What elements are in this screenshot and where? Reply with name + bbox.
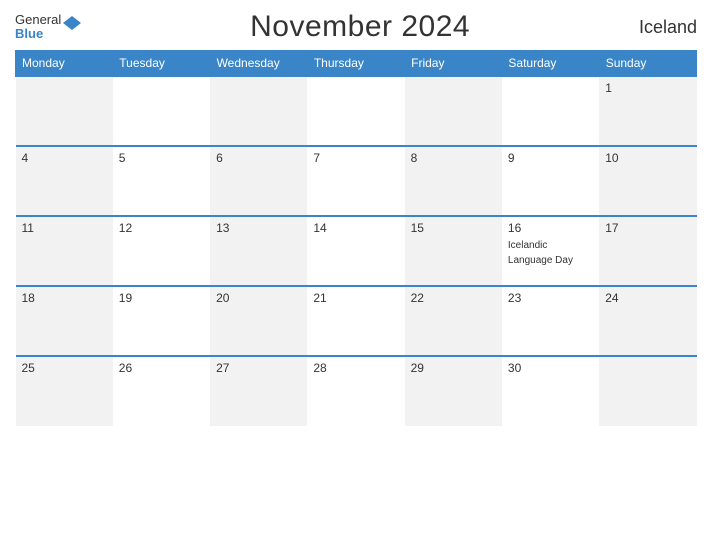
day-cell: 13 bbox=[210, 216, 307, 286]
logo: General Blue bbox=[15, 13, 81, 42]
day-cell bbox=[113, 76, 210, 146]
day-cell: 8 bbox=[405, 146, 502, 216]
day-cell: 30 bbox=[502, 356, 599, 426]
logo-general: General bbox=[15, 13, 61, 27]
col-wednesday: Wednesday bbox=[210, 51, 307, 77]
day-cell: 27 bbox=[210, 356, 307, 426]
col-thursday: Thursday bbox=[307, 51, 404, 77]
day-cell: 17 bbox=[599, 216, 696, 286]
day-cell: 4 bbox=[16, 146, 113, 216]
day-cell: 20 bbox=[210, 286, 307, 356]
weekday-header-row: Monday Tuesday Wednesday Thursday Friday… bbox=[16, 51, 697, 77]
day-cell: 5 bbox=[113, 146, 210, 216]
calendar-body: 1 4 5 6 7 8 9 10 11 12 13 14 15 16 bbox=[16, 76, 697, 426]
col-monday: Monday bbox=[16, 51, 113, 77]
day-cell: 28 bbox=[307, 356, 404, 426]
day-cell: 23 bbox=[502, 286, 599, 356]
col-sunday: Sunday bbox=[599, 51, 696, 77]
col-saturday: Saturday bbox=[502, 51, 599, 77]
logo-text-block: General Blue bbox=[15, 13, 61, 42]
day-cell bbox=[210, 76, 307, 146]
day-cell bbox=[599, 356, 696, 426]
day-cell bbox=[307, 76, 404, 146]
day-cell: 25 bbox=[16, 356, 113, 426]
day-cell: 29 bbox=[405, 356, 502, 426]
day-cell-holiday: 16 Icelandic Language Day bbox=[502, 216, 599, 286]
month-title: November 2024 bbox=[250, 10, 470, 44]
day-cell: 1 bbox=[599, 76, 696, 146]
col-friday: Friday bbox=[405, 51, 502, 77]
calendar-header: Monday Tuesday Wednesday Thursday Friday… bbox=[16, 51, 697, 77]
day-cell bbox=[502, 76, 599, 146]
logo-flag-icon bbox=[63, 14, 81, 32]
day-cell: 15 bbox=[405, 216, 502, 286]
week-row-4: 18 19 20 21 22 23 24 bbox=[16, 286, 697, 356]
day-cell: 24 bbox=[599, 286, 696, 356]
day-cell: 12 bbox=[113, 216, 210, 286]
week-row-1: 1 bbox=[16, 76, 697, 146]
header: General Blue November 2024 Iceland bbox=[15, 10, 697, 44]
logo-blue: Blue bbox=[15, 27, 61, 41]
day-cell: 19 bbox=[113, 286, 210, 356]
day-cell: 14 bbox=[307, 216, 404, 286]
page: General Blue November 2024 Iceland Monda… bbox=[0, 0, 712, 550]
day-cell: 11 bbox=[16, 216, 113, 286]
day-cell: 22 bbox=[405, 286, 502, 356]
day-cell: 10 bbox=[599, 146, 696, 216]
calendar-table: Monday Tuesday Wednesday Thursday Friday… bbox=[15, 50, 697, 426]
col-tuesday: Tuesday bbox=[113, 51, 210, 77]
day-cell: 6 bbox=[210, 146, 307, 216]
week-row-3: 11 12 13 14 15 16 Icelandic Language Day… bbox=[16, 216, 697, 286]
day-cell: 18 bbox=[16, 286, 113, 356]
day-cell: 9 bbox=[502, 146, 599, 216]
day-cell: 21 bbox=[307, 286, 404, 356]
day-cell bbox=[16, 76, 113, 146]
week-row-5: 25 26 27 28 29 30 bbox=[16, 356, 697, 426]
day-cell: 26 bbox=[113, 356, 210, 426]
day-cell bbox=[405, 76, 502, 146]
week-row-2: 4 5 6 7 8 9 10 bbox=[16, 146, 697, 216]
country-label: Iceland bbox=[639, 17, 697, 38]
day-cell: 7 bbox=[307, 146, 404, 216]
